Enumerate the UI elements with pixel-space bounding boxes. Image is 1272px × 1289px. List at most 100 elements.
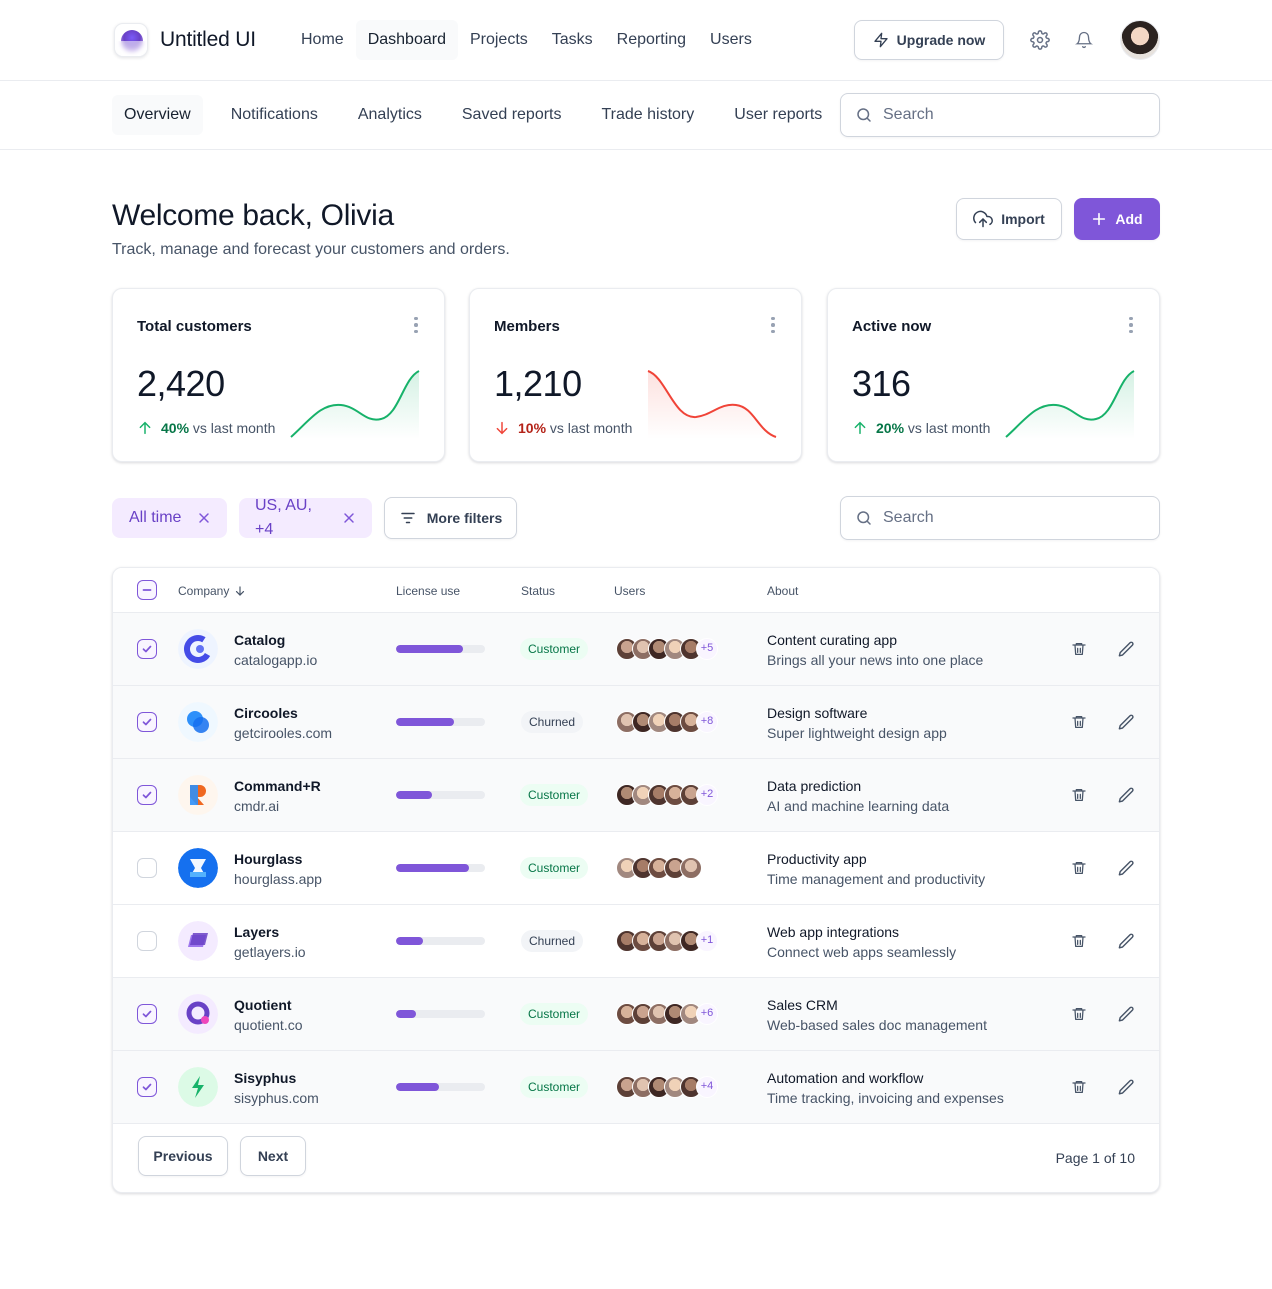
license-progress-fill xyxy=(396,1010,416,1018)
about-description: Super lightweight design app xyxy=(767,725,947,741)
hourglass-logo-icon xyxy=(178,848,218,888)
tab-analytics[interactable]: Analytics xyxy=(346,95,434,135)
edit-button[interactable] xyxy=(1116,712,1136,732)
circooles-logo-icon xyxy=(178,702,218,742)
delete-button[interactable] xyxy=(1069,931,1089,951)
settings-button[interactable] xyxy=(1020,20,1060,60)
row-checkbox[interactable] xyxy=(137,712,157,732)
extra-users-count: +8 xyxy=(696,711,718,733)
table-row-quotient[interactable]: Quotient quotient.co Customer +6 Sales C… xyxy=(113,978,1159,1051)
table-row-sisyphus[interactable]: Sisyphus sisyphus.com Customer +4 Automa… xyxy=(113,1051,1159,1124)
license-progress-fill xyxy=(396,645,463,653)
top-search-field[interactable] xyxy=(840,93,1160,137)
edit-button[interactable] xyxy=(1116,931,1136,951)
close-icon[interactable] xyxy=(196,510,212,526)
tab-notifications[interactable]: Notifications xyxy=(219,95,330,135)
filter-chip-all-time[interactable]: All time xyxy=(112,498,227,538)
nav-item-reporting[interactable]: Reporting xyxy=(605,20,698,60)
more-vertical-icon[interactable] xyxy=(406,315,426,335)
about-title: Design software xyxy=(767,705,868,721)
row-checkbox[interactable] xyxy=(137,639,157,659)
previous-button[interactable]: Previous xyxy=(138,1136,228,1176)
import-button[interactable]: Import xyxy=(956,198,1062,240)
tab-saved-reports[interactable]: Saved reports xyxy=(450,95,574,135)
close-icon[interactable] xyxy=(341,510,357,526)
nav-item-dashboard[interactable]: Dashboard xyxy=(355,20,458,60)
metric-title: Total customers xyxy=(137,318,252,335)
company-name: Circooles xyxy=(234,705,298,721)
more-filters-button[interactable]: More filters xyxy=(384,497,517,539)
column-about: About xyxy=(767,584,799,598)
add-button[interactable]: Add xyxy=(1074,198,1160,240)
minus-icon xyxy=(142,589,152,591)
delete-button[interactable] xyxy=(1069,1077,1089,1097)
upload-cloud-icon xyxy=(973,210,994,228)
upgrade-button[interactable]: Upgrade now xyxy=(854,20,1004,60)
trash-icon xyxy=(1072,789,1086,801)
metric-value: 1,210 xyxy=(494,363,582,404)
status-badge: Customer xyxy=(520,1003,589,1025)
bell-icon xyxy=(1075,31,1093,49)
edit-button[interactable] xyxy=(1116,785,1136,805)
row-checkbox[interactable] xyxy=(137,785,157,805)
table-row-catalog[interactable]: Catalog catalogapp.io Customer +5 Conten… xyxy=(113,613,1159,686)
table-search-field[interactable] xyxy=(840,496,1160,540)
edit-button[interactable] xyxy=(1116,1004,1136,1024)
tab-trade-history[interactable]: Trade history xyxy=(589,95,706,135)
users-avatar-group: +1 xyxy=(616,930,718,952)
next-button[interactable]: Next xyxy=(240,1136,306,1176)
edit-button[interactable] xyxy=(1116,1077,1136,1097)
about-description: Time tracking, invoicing and expenses xyxy=(767,1090,1004,1106)
tab-overview[interactable]: Overview xyxy=(112,95,203,135)
row-checkbox[interactable] xyxy=(137,1077,157,1097)
delete-button[interactable] xyxy=(1069,785,1089,805)
more-vertical-icon[interactable] xyxy=(763,315,783,335)
select-all-checkbox[interactable] xyxy=(137,580,157,600)
app-name[interactable]: Untitled UI xyxy=(160,28,256,52)
metric-card-active-now: Active now 316 20% vs last month xyxy=(827,288,1160,462)
more-filters-label: More filters xyxy=(426,510,503,526)
sisyphus-logo-icon xyxy=(178,1067,218,1107)
table-row-layers[interactable]: Layers getlayers.io Churned +1 Web app i… xyxy=(113,905,1159,978)
edit-pencil-icon xyxy=(1118,787,1134,803)
table-row-circooles[interactable]: Circooles getcirooles.com Churned +8 Des… xyxy=(113,686,1159,759)
tab-user-reports[interactable]: User reports xyxy=(722,95,834,135)
sparkline-chart xyxy=(647,370,777,439)
nav-item-tasks[interactable]: Tasks xyxy=(540,20,605,60)
edit-button[interactable] xyxy=(1116,639,1136,659)
delete-button[interactable] xyxy=(1069,1004,1089,1024)
more-vertical-icon[interactable] xyxy=(1121,315,1141,335)
commandr-logo-icon xyxy=(178,775,218,815)
edit-pencil-icon xyxy=(1118,641,1134,657)
nav-item-users[interactable]: Users xyxy=(698,20,764,60)
nav-item-home[interactable]: Home xyxy=(289,20,356,60)
users-avatar-group: +6 xyxy=(616,1003,718,1025)
license-progress-bar xyxy=(396,864,485,872)
metric-card-members: Members 1,210 10% vs last month xyxy=(469,288,802,462)
filter-chip-countries[interactable]: US, AU, +4 xyxy=(239,497,372,538)
notifications-button[interactable] xyxy=(1064,20,1104,60)
trash-icon xyxy=(1072,862,1086,874)
delete-button[interactable] xyxy=(1069,858,1089,878)
about-title: Content curating app xyxy=(767,632,897,648)
top-search-input[interactable] xyxy=(883,106,1143,124)
table-row-hourglass[interactable]: Hourglass hourglass.app Customer Product… xyxy=(113,832,1159,905)
import-label: Import xyxy=(1001,211,1045,227)
delete-button[interactable] xyxy=(1069,712,1089,732)
table-header: Company License use Status Users About xyxy=(113,568,1159,613)
table-row-commandr[interactable]: Command+R cmdr.ai Customer +2 Data predi… xyxy=(113,759,1159,832)
main-nav: Home Dashboard Projects Tasks Reporting … xyxy=(289,20,764,60)
license-progress-fill xyxy=(396,718,454,726)
trash-icon xyxy=(1072,643,1086,655)
row-checkbox[interactable] xyxy=(137,858,157,878)
edit-button[interactable] xyxy=(1116,858,1136,878)
delete-button[interactable] xyxy=(1069,639,1089,659)
user-avatar[interactable] xyxy=(1120,20,1160,60)
row-checkbox[interactable] xyxy=(137,1004,157,1024)
nav-item-projects[interactable]: Projects xyxy=(458,20,540,60)
column-company[interactable]: Company xyxy=(178,584,247,598)
company-name: Command+R xyxy=(234,778,321,794)
table-search-input[interactable] xyxy=(883,509,1143,527)
logo-icon[interactable] xyxy=(114,23,148,57)
row-checkbox[interactable] xyxy=(137,931,157,951)
